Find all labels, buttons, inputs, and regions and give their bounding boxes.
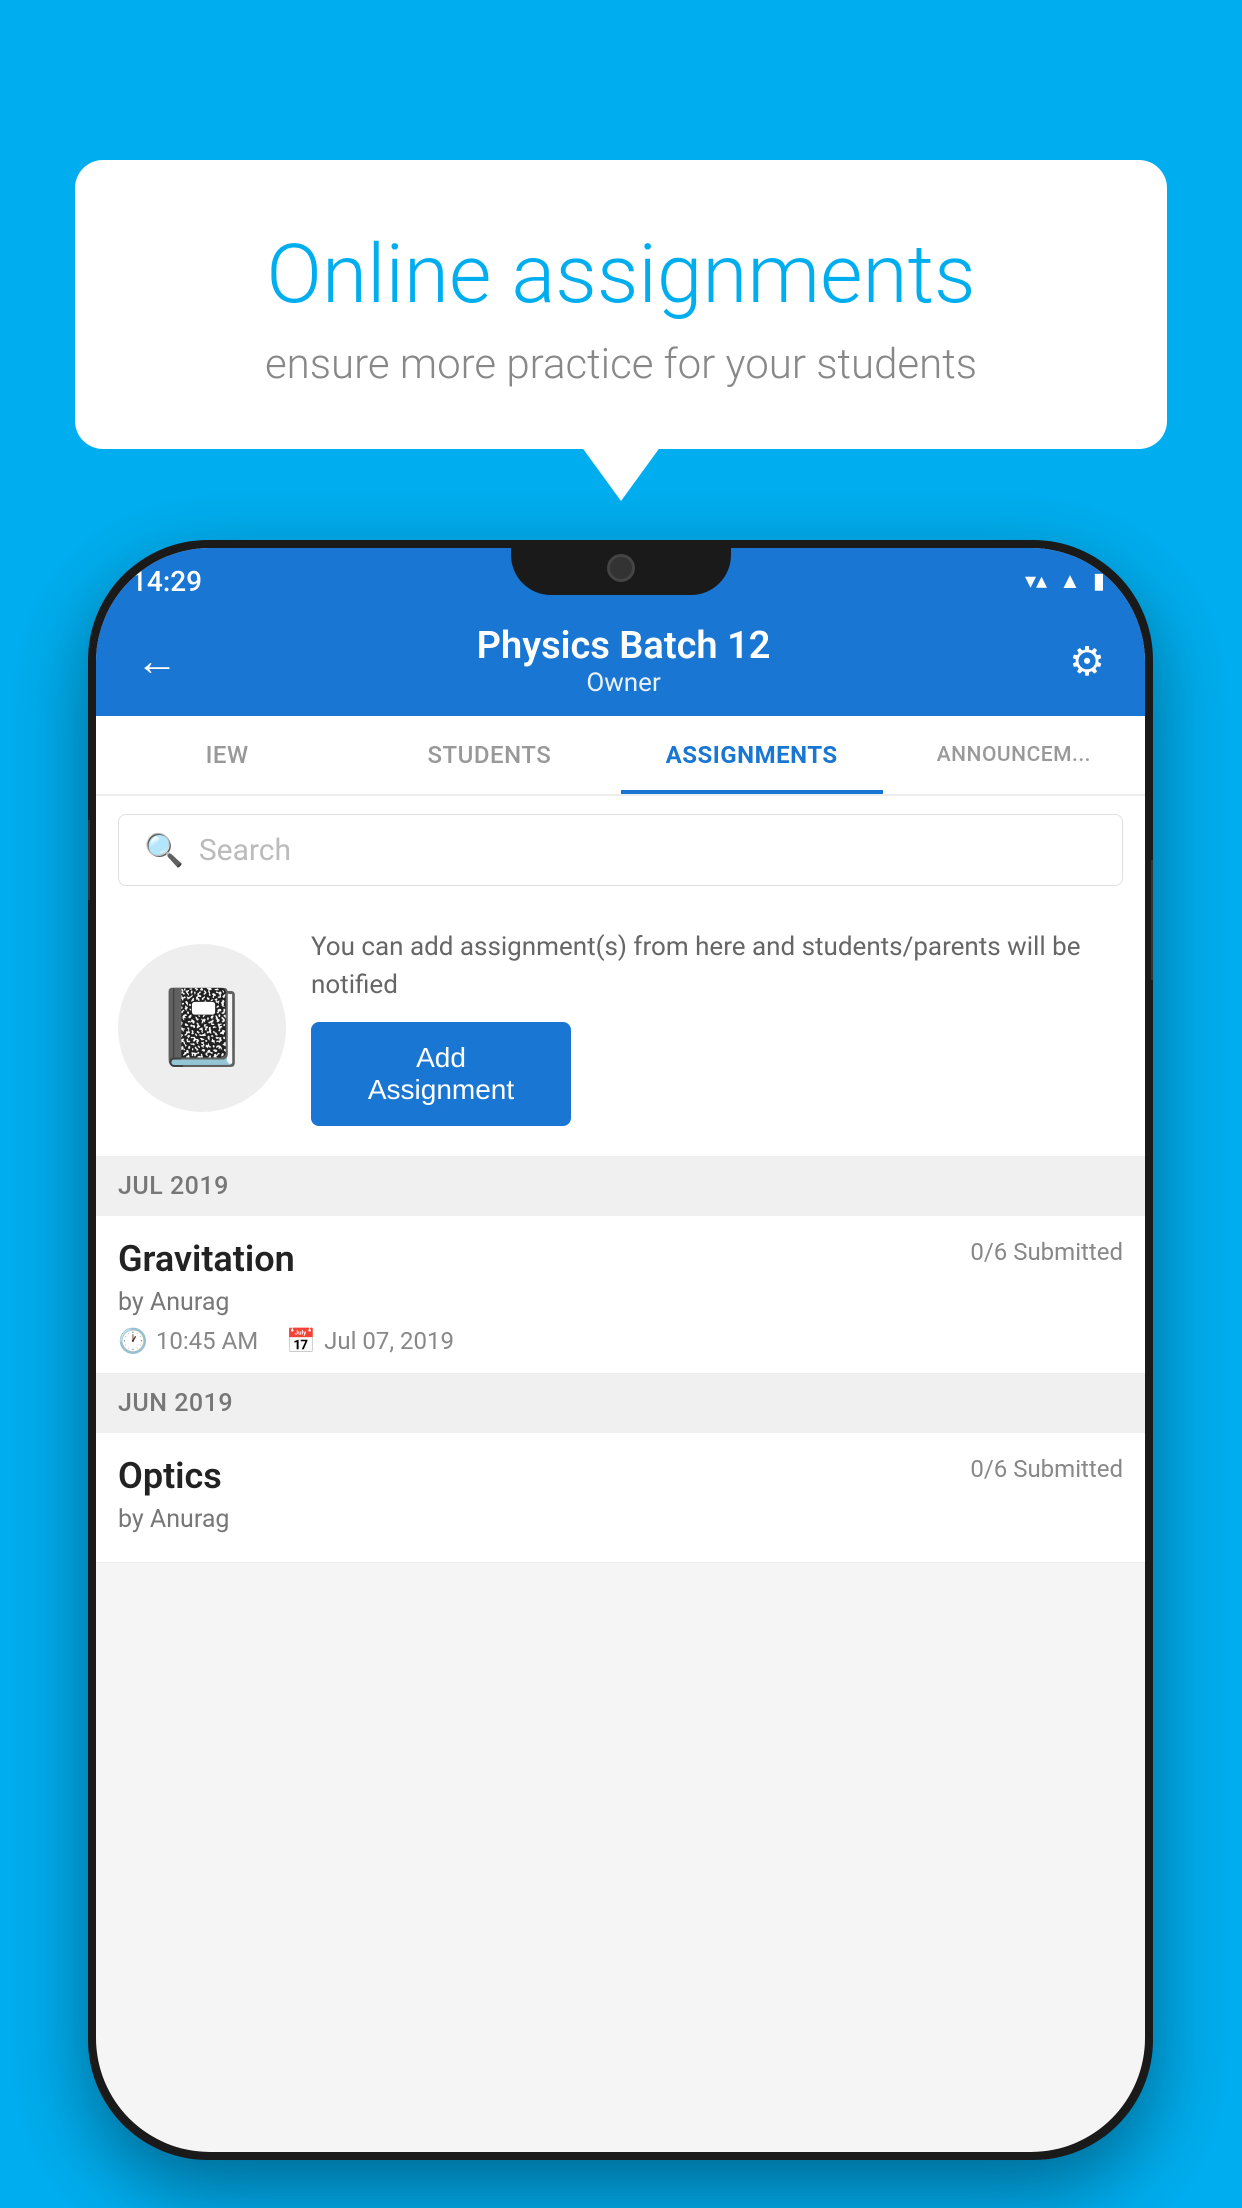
wifi-icon: ▾▴ bbox=[1025, 569, 1047, 594]
search-container: 🔍 Search bbox=[96, 796, 1145, 904]
status-icons: ▾▴ ▲ ▮ bbox=[1025, 568, 1105, 594]
assignment-optics-submitted: 0/6 Submitted bbox=[970, 1455, 1123, 1483]
assignment-optics[interactable]: Optics 0/6 Submitted by Anurag bbox=[96, 1433, 1145, 1563]
signal-icon: ▲ bbox=[1059, 568, 1081, 594]
settings-button[interactable]: ⚙ bbox=[1069, 638, 1105, 685]
app-bar: ← Physics Batch 12 Owner ⚙ bbox=[96, 606, 1145, 716]
tabs-container: IEW STUDENTS ASSIGNMENTS ANNOUNCEM... bbox=[96, 716, 1145, 796]
assignment-icon: 📓 bbox=[155, 984, 248, 1072]
speech-bubble-subtitle: ensure more practice for your students bbox=[155, 340, 1087, 389]
volume-button bbox=[88, 820, 90, 900]
assignment-title: Gravitation bbox=[118, 1238, 295, 1280]
assignment-meta: 🕐 10:45 AM 📅 Jul 07, 2019 bbox=[118, 1327, 1123, 1355]
promo-section: 📓 You can add assignment(s) from here an… bbox=[96, 904, 1145, 1157]
section-header-jul: JUL 2019 bbox=[96, 1157, 1145, 1216]
promo-icon-circle: 📓 bbox=[118, 944, 286, 1112]
power-button bbox=[1151, 860, 1153, 980]
assignment-date-meta: 📅 Jul 07, 2019 bbox=[286, 1327, 454, 1355]
speech-bubble-title: Online assignments bbox=[155, 230, 1087, 320]
search-placeholder: Search bbox=[199, 833, 291, 868]
assignment-time: 10:45 AM bbox=[156, 1327, 258, 1355]
speech-bubble: Online assignments ensure more practice … bbox=[75, 160, 1167, 449]
assignment-submitted-count: 0/6 Submitted bbox=[970, 1238, 1123, 1266]
assignment-time-meta: 🕐 10:45 AM bbox=[118, 1327, 258, 1355]
phone-device: 14:29 ▾▴ ▲ ▮ ← Physics Batch 12 Owner ⚙ bbox=[88, 540, 1153, 2160]
app-bar-title-container: Physics Batch 12 Owner bbox=[477, 624, 771, 698]
tab-iew[interactable]: IEW bbox=[96, 716, 358, 794]
phone-frame: 14:29 ▾▴ ▲ ▮ ← Physics Batch 12 Owner ⚙ bbox=[88, 540, 1153, 2160]
calendar-icon: 📅 bbox=[286, 1327, 316, 1355]
tab-students[interactable]: STUDENTS bbox=[358, 716, 620, 794]
app-bar-subtitle: Owner bbox=[477, 668, 771, 698]
phone-screen: 14:29 ▾▴ ▲ ▮ ← Physics Batch 12 Owner ⚙ bbox=[96, 548, 1145, 2152]
section-header-jun: JUN 2019 bbox=[96, 1374, 1145, 1433]
back-button[interactable]: ← bbox=[136, 637, 178, 686]
promo-content: You can add assignment(s) from here and … bbox=[311, 929, 1123, 1126]
speech-bubble-container: Online assignments ensure more practice … bbox=[75, 160, 1167, 449]
promo-description: You can add assignment(s) from here and … bbox=[311, 929, 1123, 1004]
clock-icon: 🕐 bbox=[118, 1327, 148, 1355]
assignment-optics-author: by Anurag bbox=[118, 1505, 1123, 1534]
assignment-date: Jul 07, 2019 bbox=[324, 1327, 454, 1355]
front-camera bbox=[607, 554, 635, 582]
assignment-author: by Anurag bbox=[118, 1288, 1123, 1317]
assignment-optics-title: Optics bbox=[118, 1455, 222, 1497]
assignment-gravitation[interactable]: Gravitation 0/6 Submitted by Anurag 🕐 10… bbox=[96, 1216, 1145, 1374]
battery-icon: ▮ bbox=[1093, 569, 1105, 594]
assignment-optics-top-row: Optics 0/6 Submitted bbox=[118, 1455, 1123, 1497]
main-content: 🔍 Search 📓 You can add assignment(s) fro… bbox=[96, 796, 1145, 2152]
search-bar[interactable]: 🔍 Search bbox=[118, 814, 1123, 886]
status-time: 14:29 bbox=[131, 565, 202, 598]
tab-assignments[interactable]: ASSIGNMENTS bbox=[621, 716, 883, 794]
app-bar-title: Physics Batch 12 bbox=[477, 624, 771, 668]
tab-announcements[interactable]: ANNOUNCEM... bbox=[883, 716, 1145, 794]
assignment-top-row: Gravitation 0/6 Submitted bbox=[118, 1238, 1123, 1280]
search-icon: 🔍 bbox=[144, 831, 184, 869]
phone-notch bbox=[511, 540, 731, 595]
add-assignment-button[interactable]: Add Assignment bbox=[311, 1022, 571, 1126]
